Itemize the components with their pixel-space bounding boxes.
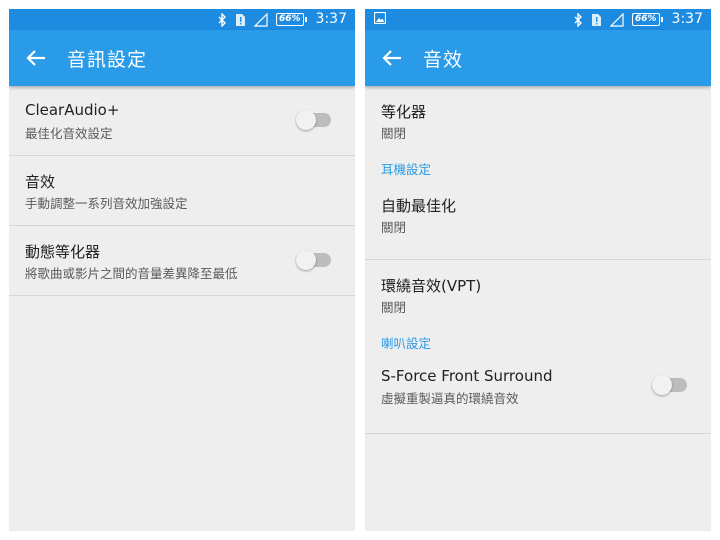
section-label: 喇叭設定 bbox=[381, 336, 432, 351]
clock: 3:37 bbox=[315, 11, 347, 27]
headphone-section-header: 耳機設定 bbox=[365, 156, 711, 190]
status-bar: 66% 3:37 bbox=[365, 9, 711, 30]
setting-title: 等化器 bbox=[381, 103, 427, 121]
setting-title: ClearAudio+ bbox=[25, 101, 120, 119]
bluetooth-icon bbox=[218, 12, 227, 27]
sforce-toggle[interactable] bbox=[652, 375, 687, 395]
battery-icon: 66% bbox=[632, 13, 663, 26]
app-bar: 音訊設定 bbox=[9, 30, 355, 86]
signal-icon bbox=[254, 12, 268, 27]
setting-subtitle: 虛擬重製逼真的環繞音效 bbox=[381, 391, 519, 406]
setting-subtitle: 關閉 bbox=[381, 220, 407, 235]
back-arrow-icon[interactable] bbox=[381, 49, 403, 67]
clearaudio-setting[interactable]: ClearAudio+ 最佳化音效設定 bbox=[9, 86, 355, 156]
settings-list: ClearAudio+ 最佳化音效設定 音效 手動調整一系列音效加強設定 動態等… bbox=[9, 86, 355, 296]
setting-title: 動態等化器 bbox=[25, 243, 101, 261]
page-title: 音訊設定 bbox=[67, 49, 148, 71]
sim-alert-icon bbox=[591, 13, 602, 27]
vpt-setting[interactable]: 環繞音效(VPT) 關閉 bbox=[365, 260, 711, 330]
setting-subtitle: 關閉 bbox=[381, 126, 407, 141]
setting-title: 自動最佳化 bbox=[381, 197, 457, 215]
settings-list: 等化器 關閉 耳機設定 自動最佳化 關閉 環繞音效(VPT) 關閉 喇叭設定 S… bbox=[365, 86, 711, 434]
status-icons: 66% 3:37 bbox=[218, 11, 347, 28]
sim-alert-icon bbox=[235, 13, 246, 27]
clock: 3:37 bbox=[671, 11, 703, 27]
status-bar: 66% 3:37 bbox=[9, 9, 355, 30]
app-bar: 音效 bbox=[365, 30, 711, 86]
setting-title: 環繞音效(VPT) bbox=[381, 277, 482, 295]
battery-icon: 66% bbox=[276, 13, 307, 26]
setting-subtitle: 手動調整一系列音效加強設定 bbox=[25, 196, 188, 211]
speaker-section-header: 喇叭設定 bbox=[365, 330, 711, 364]
section-label: 耳機設定 bbox=[381, 162, 432, 177]
sound-effects-setting[interactable]: 音效 手動調整一系列音效加強設定 bbox=[9, 156, 355, 226]
image-notification-icon bbox=[374, 12, 386, 24]
dynamic-equalizer-toggle[interactable] bbox=[296, 250, 331, 270]
left-screen: 66% 3:37 音訊設定 ClearAudio+ 最佳化音效設定 音效 手動調… bbox=[9, 9, 355, 531]
setting-title: S-Force Front Surround bbox=[381, 367, 553, 385]
setting-subtitle: 關閉 bbox=[381, 300, 407, 315]
signal-icon bbox=[610, 12, 624, 27]
status-icons: 66% 3:37 bbox=[574, 11, 703, 28]
clearaudio-toggle[interactable] bbox=[296, 110, 331, 130]
setting-subtitle: 將歌曲或影片之間的音量差異降至最低 bbox=[25, 266, 238, 281]
dynamic-equalizer-setting[interactable]: 動態等化器 將歌曲或影片之間的音量差異降至最低 bbox=[9, 226, 355, 296]
page-title: 音效 bbox=[423, 49, 464, 71]
back-arrow-icon[interactable] bbox=[25, 49, 47, 67]
setting-subtitle: 最佳化音效設定 bbox=[25, 126, 113, 141]
right-screen: 66% 3:37 音效 等化器 關閉 耳機設定 自動最佳化 關閉 環繞音效(VP… bbox=[365, 9, 711, 531]
equalizer-setting[interactable]: 等化器 關閉 bbox=[365, 86, 711, 156]
bluetooth-icon bbox=[574, 12, 583, 27]
auto-optimize-setting[interactable]: 自動最佳化 關閉 bbox=[365, 190, 711, 260]
setting-title: 音效 bbox=[25, 173, 56, 191]
sforce-setting[interactable]: S-Force Front Surround 虛擬重製逼真的環繞音效 bbox=[365, 364, 711, 434]
